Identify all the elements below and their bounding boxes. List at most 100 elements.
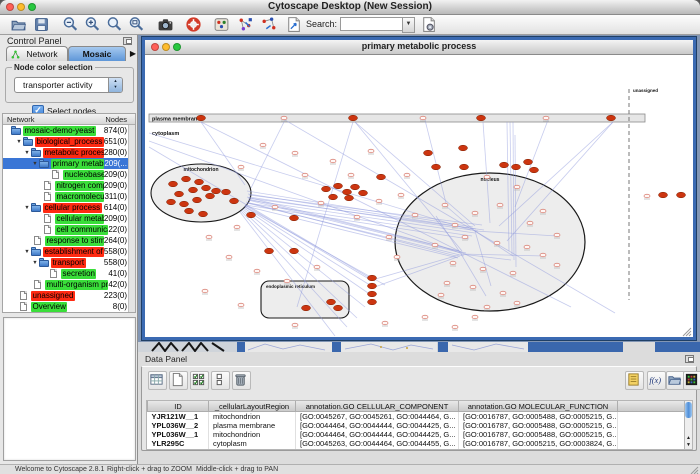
network-node-outline[interactable]	[554, 233, 560, 237]
search-options-icon[interactable]	[420, 16, 437, 33]
tree-row[interactable]: mosaic-demo-yeast874(0)	[3, 125, 135, 136]
help-icon[interactable]	[185, 16, 202, 33]
network-node-outline[interactable]	[348, 173, 354, 177]
network-node-outline[interactable]	[644, 194, 650, 198]
network-window[interactable]: primary metabolic process plasma membran…	[141, 36, 697, 341]
network-node[interactable]	[202, 185, 211, 191]
tree-row[interactable]: ▼transport558(0)	[3, 257, 135, 268]
table-cell[interactable]: cytoplasm	[209, 448, 296, 450]
network-node-outline[interactable]	[500, 291, 506, 295]
table-cell[interactable]: [GO:0016787, GO:0005215, GO:0003824, G..…	[459, 439, 618, 448]
network-node[interactable]	[182, 176, 191, 182]
attribute-table-header[interactable]: ID_cellularLayoutRegionannotation.GO CEL…	[148, 401, 690, 412]
table-cell[interactable]: [GO:0016787, GO:0005488, GO:0005215, G..…	[459, 421, 618, 430]
network-node-outline[interactable]	[540, 253, 546, 257]
network-node-outline[interactable]	[412, 213, 418, 217]
attribute-matrix-icon[interactable]	[683, 371, 700, 390]
network-node-outline[interactable]	[472, 211, 478, 215]
annotation-icon[interactable]	[285, 16, 302, 33]
network-node-outline[interactable]	[442, 203, 448, 207]
network-node-outline[interactable]	[404, 173, 410, 177]
network-node[interactable]	[477, 115, 486, 121]
network-node[interactable]	[327, 299, 336, 305]
network-node-outline[interactable]	[543, 116, 549, 120]
network-node-outline[interactable]	[514, 185, 520, 189]
network-node-outline[interactable]	[450, 261, 456, 265]
network-node[interactable]	[368, 283, 377, 289]
network-node[interactable]	[368, 291, 377, 297]
tree-row[interactable]: unassigned223(0)	[3, 290, 135, 301]
network-node-outline[interactable]	[540, 209, 546, 213]
network-node[interactable]	[512, 164, 521, 170]
attribute-table[interactable]: ID_cellularLayoutRegionannotation.GO CEL…	[146, 400, 689, 450]
network-node-outline[interactable]	[318, 201, 324, 205]
scroll-down-icon[interactable]: ▼	[685, 442, 692, 448]
table-cell[interactable]: [GO:0044464, GO:0044444, GO:0044425, G..…	[296, 421, 459, 430]
table-cell[interactable]: [GO:0044464, GO:0044446, GO:0044444, G..…	[296, 448, 459, 450]
network-node-outline[interactable]	[354, 215, 360, 219]
network-node[interactable]	[169, 181, 178, 187]
network-node[interactable]	[343, 189, 352, 195]
tree-row[interactable]: ▼establishment of lo558(0)	[3, 246, 135, 257]
network-node-outline[interactable]	[422, 315, 428, 319]
network-node[interactable]	[659, 192, 668, 198]
network-node[interactable]	[677, 192, 686, 198]
tree-row[interactable]: multi-organism pro42(0)	[3, 279, 135, 290]
table-scrollbar[interactable]: ▲ ▼	[684, 400, 693, 450]
table-row[interactable]: YPL036W__2plasma membrane[GO:0044464, GO…	[148, 421, 690, 430]
scrollbar-thumb[interactable]	[685, 402, 692, 418]
table-cell[interactable]: YJR121W__1	[148, 412, 209, 422]
formula-builder-icon[interactable]: f(x)	[647, 371, 666, 390]
background-window-edge[interactable]	[438, 342, 448, 352]
tab-overflow-arrow[interactable]: ▶	[130, 49, 136, 58]
network-node-outline[interactable]	[462, 235, 468, 239]
network-node-outline[interactable]	[472, 315, 478, 319]
network-node-outline[interactable]	[527, 221, 533, 225]
network-node-outline[interactable]	[432, 243, 438, 247]
network-node[interactable]	[432, 164, 441, 170]
table-cell[interactable]	[618, 421, 690, 430]
tree-row[interactable]: cell communicat22(0)	[3, 224, 135, 235]
table-cell[interactable]	[618, 439, 690, 448]
network-node[interactable]	[345, 195, 354, 201]
table-cell[interactable]: mitochondrion	[209, 412, 296, 422]
network-node-outline[interactable]	[484, 305, 490, 309]
tree-row[interactable]: macromolecule311(0)	[3, 191, 135, 202]
network-node-outline[interactable]	[514, 301, 520, 305]
background-window-edge[interactable]	[528, 342, 623, 352]
network-canvas[interactable]: plasma membrane cytoplasm mitochondrion …	[145, 55, 693, 338]
network-node[interactable]	[359, 190, 368, 196]
network-node[interactable]	[500, 162, 509, 168]
network-node[interactable]	[197, 115, 206, 121]
network-node[interactable]	[302, 305, 311, 311]
network-node[interactable]	[377, 174, 386, 180]
background-window-edge[interactable]	[332, 342, 341, 352]
tree-row[interactable]: ▼cellular process614(0)	[3, 202, 135, 213]
tree-row[interactable]: secretion41(0)	[3, 268, 135, 279]
table-row[interactable]: YLR295Ccytoplasm[GO:0045263, GO:0044464,…	[148, 439, 690, 448]
background-window-sliver[interactable]	[341, 342, 437, 352]
disclosure-arrow-icon[interactable]: ▼	[23, 249, 31, 255]
table-row[interactable]: YJR121W__1mitochondrion[GO:0045267, GO:0…	[148, 412, 690, 422]
birds-eye-view[interactable]	[3, 317, 136, 461]
network-node[interactable]	[334, 305, 343, 311]
select-attributes-icon[interactable]	[190, 371, 209, 390]
combo-stepper-icon[interactable]: ▲▼	[108, 78, 122, 92]
network-node[interactable]	[334, 183, 343, 189]
tree-row[interactable]: cellular metabo209(0)	[3, 213, 135, 224]
network-node[interactable]	[212, 188, 221, 194]
network-node-outline[interactable]	[226, 255, 232, 259]
zoom-selected-icon[interactable]	[106, 16, 123, 33]
network-node-outline[interactable]	[238, 303, 244, 307]
network-node-outline[interactable]	[302, 173, 308, 177]
network-node-outline[interactable]	[420, 116, 426, 120]
network-node-outline[interactable]	[260, 143, 266, 147]
layout-network-icon[interactable]	[237, 16, 254, 33]
network-node[interactable]	[368, 299, 377, 305]
table-row[interactable]: YPL036W__1mitochondrion[GO:0044464, GO:0…	[148, 430, 690, 439]
search-input[interactable]	[340, 17, 404, 31]
search-dropdown-icon[interactable]: ▼	[402, 17, 415, 33]
float-data-panel-icon[interactable]	[685, 355, 694, 363]
network-node[interactable]	[265, 248, 274, 254]
network-node-outline[interactable]	[438, 293, 444, 297]
